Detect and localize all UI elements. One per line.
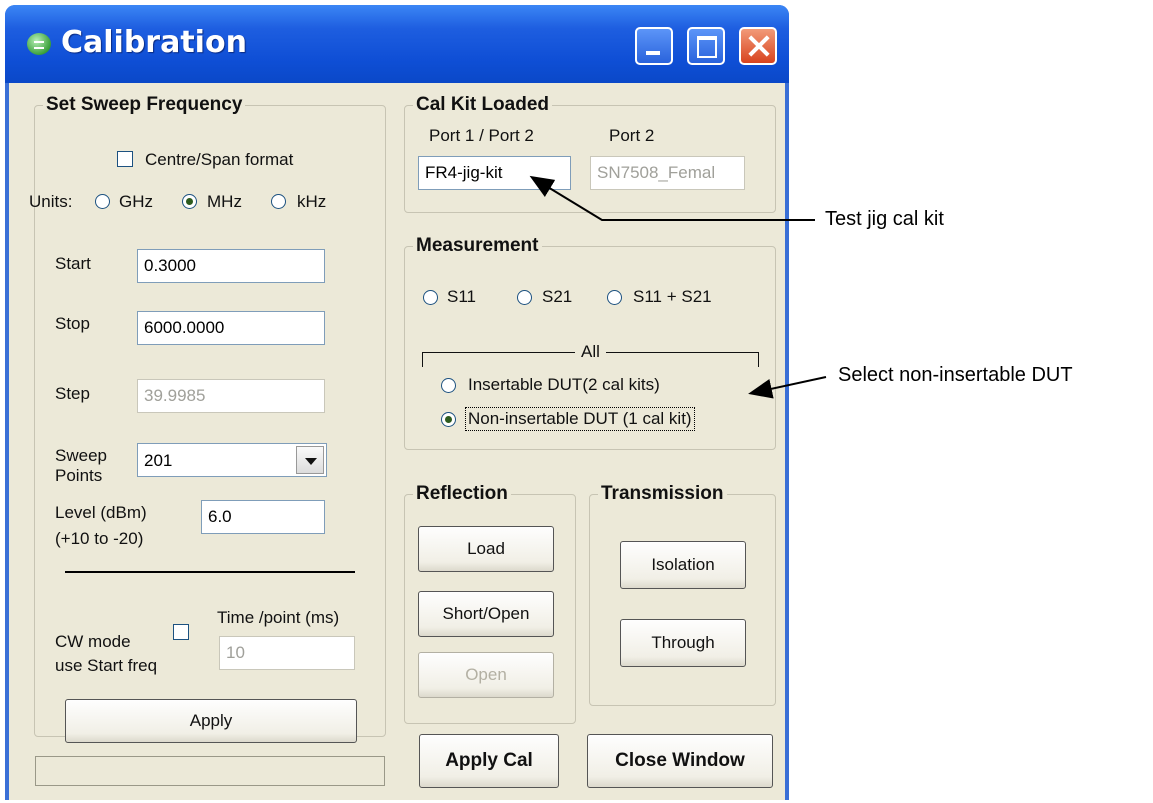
annotation-arrows xyxy=(529,175,827,399)
test-jig-annotation: Test jig cal kit xyxy=(825,208,944,230)
test-jig-arrow xyxy=(529,175,815,221)
noninsertable-arrow xyxy=(748,376,827,399)
select-noninsertable-annotation: Select non-insertable DUT xyxy=(838,364,1073,386)
